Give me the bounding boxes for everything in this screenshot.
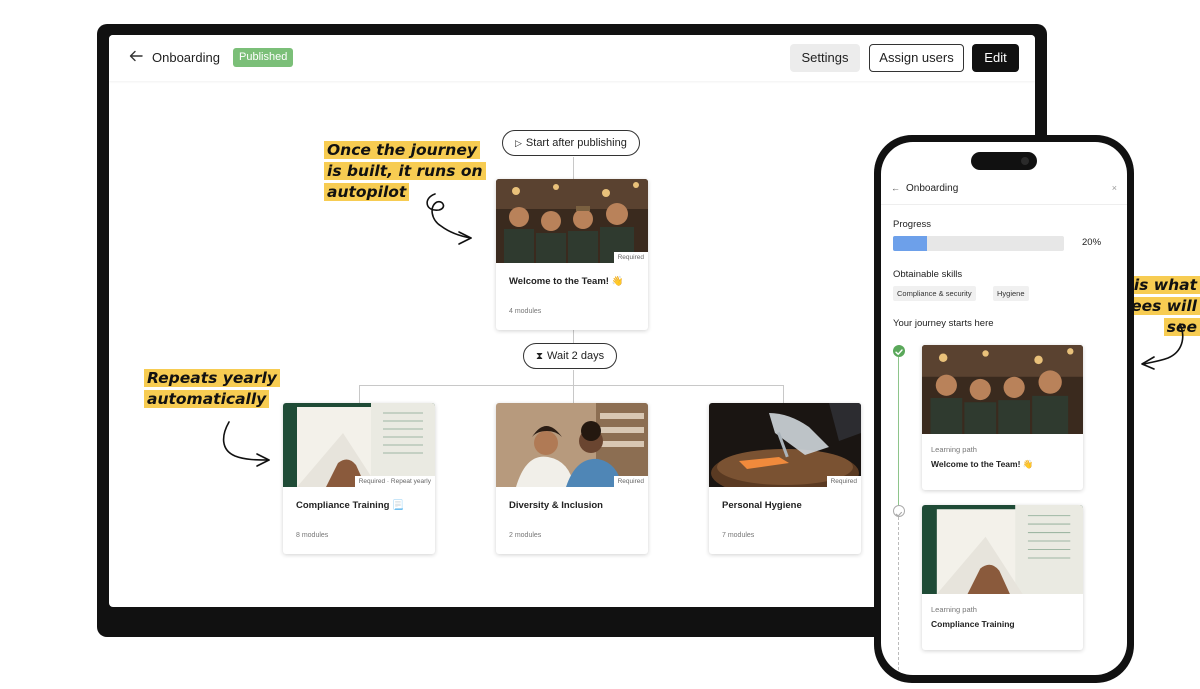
- card-title: Diversity & Inclusion: [509, 500, 603, 511]
- curly-arrow-icon: [426, 193, 472, 245]
- phone-title: Onboarding: [906, 183, 959, 194]
- team-photo: [922, 345, 1083, 434]
- required-tag: Required: [826, 476, 861, 487]
- connector-line: [573, 330, 574, 343]
- diversity-card[interactable]: Required Diversity & Inclusion 2 modules: [496, 403, 648, 554]
- compliance-card[interactable]: Required · Repeat yearly Compliance Trai…: [283, 403, 435, 554]
- hourglass-icon: ⧗: [536, 351, 544, 362]
- welcome-card[interactable]: Required Welcome to the Team! 👋 4 module…: [496, 179, 648, 330]
- journey-label: Your journey starts here: [893, 318, 994, 329]
- divider: [881, 204, 1127, 205]
- hygiene-card[interactable]: Required Personal Hygiene 7 modules: [709, 403, 861, 554]
- pending-check-icon: [893, 505, 905, 517]
- food-prep-photo: [709, 403, 861, 487]
- wait-delay-pill[interactable]: ⧗ Wait 2 days: [523, 343, 618, 369]
- connector-line: [573, 385, 574, 403]
- page-title: Onboarding: [152, 50, 220, 65]
- module-count: 4 modules: [509, 308, 542, 315]
- colleagues-photo: [496, 403, 648, 487]
- card-title: Personal Hygiene: [722, 500, 802, 511]
- progress-fill: [893, 236, 928, 251]
- skill-chip: Compliance & security: [893, 286, 976, 301]
- annotation-yearly: Repeats yearly automatically: [144, 368, 280, 410]
- connector-line: [573, 157, 574, 179]
- status-badge: Published: [233, 48, 294, 67]
- item-title: Compliance Training: [931, 619, 1015, 629]
- required-tag: Required: [613, 476, 648, 487]
- module-count: 2 modules: [509, 532, 542, 539]
- close-icon[interactable]: ×: [1112, 183, 1117, 193]
- required-repeat-tag: Required · Repeat yearly: [354, 476, 435, 487]
- card-title: Compliance Training 📃: [296, 500, 404, 511]
- back-arrow-icon[interactable]: ←: [891, 183, 900, 193]
- curved-arrow-icon: [222, 421, 270, 467]
- team-photo: [496, 179, 648, 263]
- connector-line: [359, 385, 784, 386]
- item-kind: Learning path: [931, 445, 977, 454]
- skills-label: Obtainable skills: [893, 269, 963, 280]
- start-trigger-pill[interactable]: ▷ Start after publishing: [502, 130, 640, 156]
- item-kind: Learning path: [931, 605, 977, 614]
- card-title: Welcome to the Team! 👋: [509, 276, 624, 287]
- required-tag: Required: [613, 252, 648, 263]
- item-title: Welcome to the Team! 👋: [931, 459, 1034, 469]
- connector-line: [359, 385, 360, 403]
- progress-percent: 20%: [1082, 237, 1102, 248]
- timeline-line: [898, 357, 899, 507]
- assign-users-button[interactable]: Assign users: [869, 44, 964, 72]
- skill-chip: Hygiene: [993, 286, 1029, 301]
- document-photo: [922, 505, 1083, 594]
- progress-bar: [893, 236, 1064, 251]
- connector-line: [783, 385, 784, 403]
- progress-label: Progress: [893, 219, 932, 230]
- settings-button[interactable]: Settings: [790, 44, 860, 72]
- journey-item[interactable]: Learning path Welcome to the Team! 👋: [922, 345, 1083, 490]
- back-arrow-icon[interactable]: [127, 47, 145, 65]
- edit-button[interactable]: Edit: [972, 44, 1019, 72]
- document-photo: [283, 403, 435, 487]
- module-count: 7 modules: [722, 532, 755, 539]
- phone-notch: [971, 152, 1037, 170]
- play-icon: ▷: [515, 138, 522, 148]
- curved-arrow-icon: [1141, 323, 1184, 370]
- module-count: 8 modules: [296, 532, 329, 539]
- connector-line: [573, 370, 574, 385]
- check-icon: [893, 345, 905, 357]
- timeline-line: [898, 517, 899, 675]
- journey-item[interactable]: Learning path Compliance Training: [922, 505, 1083, 650]
- phone-screen: ← Onboarding × Progress 20% Obtainable s…: [881, 142, 1127, 675]
- top-bar: Onboarding Published Settings Assign use…: [109, 35, 1035, 81]
